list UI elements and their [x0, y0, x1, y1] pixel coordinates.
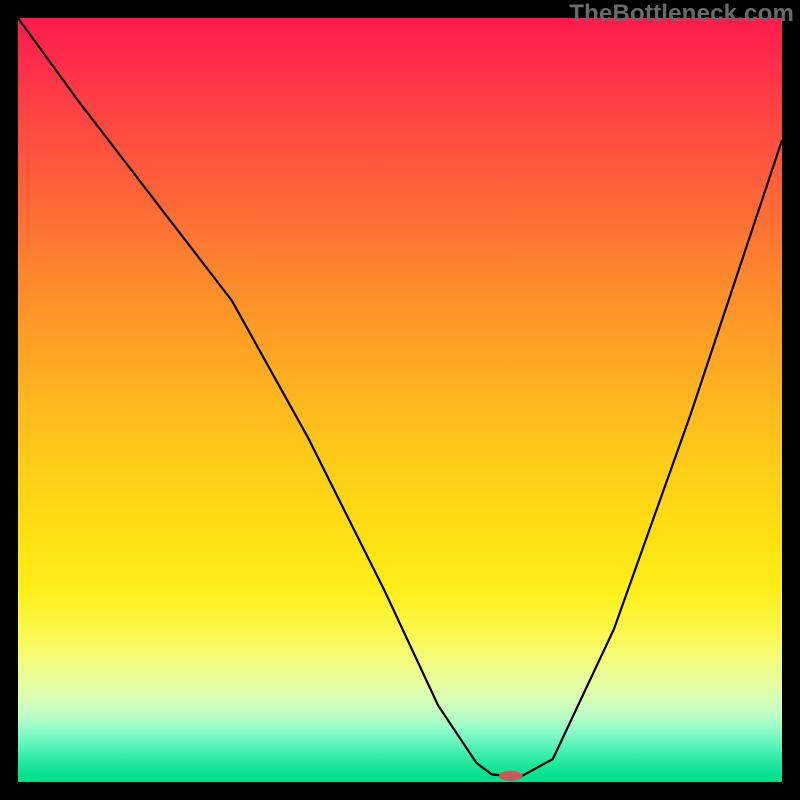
watermark-text: TheBottleneck.com	[569, 0, 794, 28]
plot-area	[18, 18, 782, 782]
curve-svg	[18, 18, 782, 782]
optimal-point-marker	[499, 771, 523, 781]
chart-container: TheBottleneck.com	[0, 0, 800, 800]
bottleneck-curve	[18, 18, 782, 776]
